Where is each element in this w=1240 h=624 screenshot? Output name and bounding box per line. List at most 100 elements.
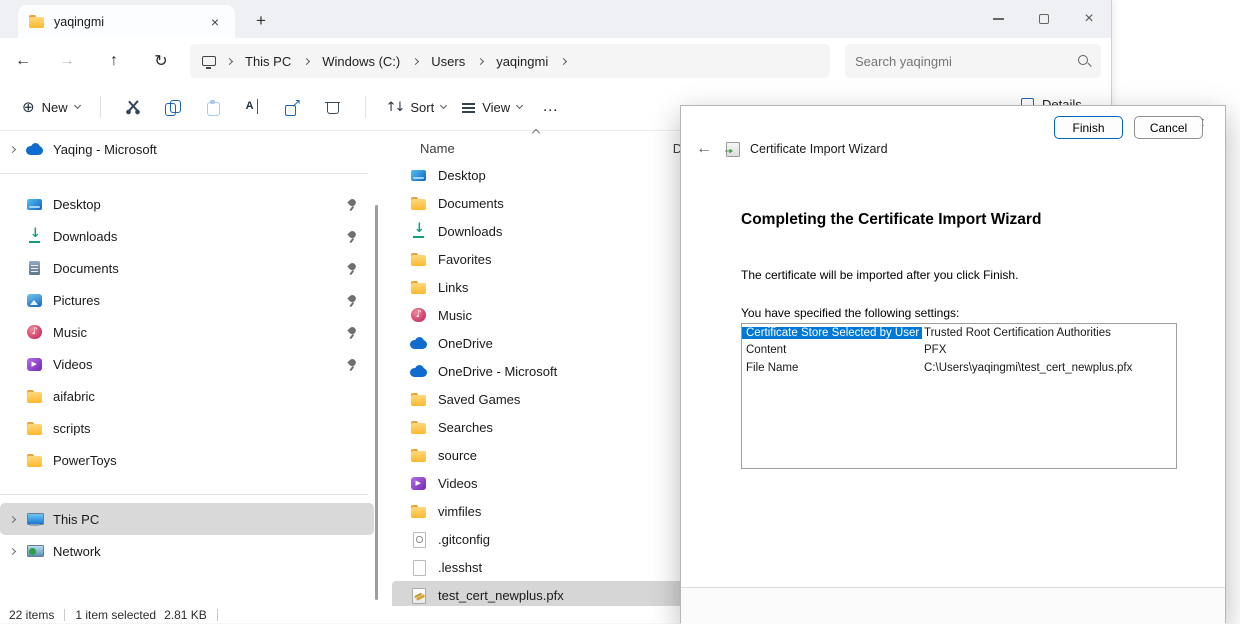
music-icon <box>26 324 43 341</box>
search-input[interactable] <box>855 54 1077 69</box>
breadcrumb-users[interactable]: Users <box>425 51 471 72</box>
sidebar-item-label: scripts <box>53 421 91 436</box>
sidebar-item-desktop[interactable]: Desktop <box>0 188 374 220</box>
refresh-button[interactable]: ↻ <box>146 46 176 76</box>
selection-count: 1 item selected <box>75 608 156 622</box>
sidebar-item-videos[interactable]: Videos <box>0 348 374 380</box>
name-column-header[interactable]: Name <box>420 141 455 156</box>
sidebar-item-this-pc[interactable]: This PC <box>0 503 374 535</box>
settings-row[interactable]: File Name C:\Users\yaqingmi\test_cert_ne… <box>742 359 1176 377</box>
expand-chevron-icon[interactable] <box>9 547 16 554</box>
settings-table[interactable]: Certificate Store Selected by User Trust… <box>741 323 1177 469</box>
new-plus-icon <box>22 98 35 116</box>
settings-row[interactable]: Certificate Store Selected by User Trust… <box>742 324 1176 342</box>
breadcrumb-yaqingmi[interactable]: yaqingmi <box>490 51 554 72</box>
downloads-icon <box>410 223 427 240</box>
chevron-right-icon <box>412 57 419 64</box>
explorer-tab[interactable]: yaqingmi × <box>18 5 235 38</box>
file-name: source <box>438 448 477 463</box>
onedrive-cloud-icon <box>410 335 427 352</box>
selection-size: 2.81 KB <box>164 608 207 622</box>
new-tab-button[interactable]: + <box>248 8 274 34</box>
new-button[interactable]: New <box>14 92 88 122</box>
navigation-bar: ← → ↑ ↻ This PC Windows (C:) Users yaqin… <box>0 38 1111 84</box>
paste-button[interactable] <box>193 91 233 123</box>
sidebar-item-onedrive-root[interactable]: Yaqing - Microsoft <box>0 133 374 165</box>
expand-chevron-icon[interactable] <box>9 515 16 522</box>
delete-button[interactable] <box>313 91 353 123</box>
file-name: Downloads <box>438 224 502 239</box>
sidebar-item-scripts[interactable]: scripts <box>0 412 374 444</box>
sidebar-item-label: Network <box>53 544 101 559</box>
view-button[interactable]: View <box>454 94 530 121</box>
sidebar-item-music[interactable]: Music <box>0 316 374 348</box>
search-box[interactable] <box>845 44 1101 78</box>
folder-icon <box>410 251 427 268</box>
cut-button[interactable] <box>113 91 153 123</box>
trash-icon <box>325 99 340 115</box>
dialog-title: Certificate Import Wizard <box>750 142 888 156</box>
file-name: .lesshst <box>438 560 482 575</box>
folder-icon <box>26 452 43 469</box>
sidebar-divider <box>0 494 368 495</box>
sidebar-item-label: Videos <box>53 357 93 372</box>
dialog-footer <box>681 587 1225 624</box>
setting-key: Content <box>742 344 922 356</box>
navigation-pane: Yaqing - Microsoft Desktop Downloads Doc… <box>0 131 386 609</box>
pin-icon <box>346 294 358 307</box>
pin-icon <box>346 326 358 339</box>
sidebar-scrollbar[interactable] <box>375 205 378 600</box>
wizard-heading: Completing the Certificate Import Wizard <box>741 211 1041 229</box>
sort-button[interactable]: Sort <box>378 93 455 121</box>
breadcrumb-this-pc[interactable]: This PC <box>239 51 297 72</box>
sidebar-item-documents[interactable]: Documents <box>0 252 374 284</box>
ellipsis-icon <box>542 98 558 116</box>
settings-label: You have specified the following setting… <box>741 306 959 320</box>
minimize-button[interactable] <box>975 0 1021 38</box>
pin-icon <box>346 198 358 211</box>
file-name: OneDrive - Microsoft <box>438 364 557 379</box>
address-bar[interactable]: This PC Windows (C:) Users yaqingmi <box>190 44 830 78</box>
maximize-button[interactable] <box>1021 0 1067 38</box>
sidebar-item-downloads[interactable]: Downloads <box>0 220 374 252</box>
window-close-button[interactable]: × <box>1066 0 1112 38</box>
breadcrumb-windows-c[interactable]: Windows (C:) <box>316 51 406 72</box>
documents-icon <box>26 260 43 277</box>
tab-bar: yaqingmi × + × <box>0 0 1111 38</box>
tab-close-icon[interactable]: × <box>205 12 225 32</box>
wizard-intro-text: The certificate will be imported after y… <box>741 268 1018 282</box>
rename-button[interactable] <box>233 91 273 123</box>
sidebar-item-powertoys[interactable]: PowerToys <box>0 444 374 476</box>
desktop-icon <box>26 196 43 213</box>
setting-value: C:\Users\yaqingmi\test_cert_newplus.pfx <box>922 362 1132 374</box>
sidebar-item-aifabric[interactable]: aifabric <box>0 380 374 412</box>
paste-icon <box>205 99 221 115</box>
sidebar-item-network[interactable]: Network <box>0 535 374 567</box>
settings-row[interactable]: Content PFX <box>742 342 1176 360</box>
back-button[interactable]: ← <box>8 46 38 76</box>
file-icon <box>410 559 427 576</box>
finish-button[interactable]: Finish <box>1054 116 1123 139</box>
sidebar-item-pictures[interactable]: Pictures <box>0 284 374 316</box>
forward-button[interactable]: → <box>52 46 82 76</box>
videos-icon <box>26 356 43 373</box>
onedrive-cloud-icon <box>410 363 427 380</box>
copy-button[interactable] <box>153 91 193 123</box>
chevron-right-icon <box>303 57 310 64</box>
share-button[interactable] <box>273 91 313 123</box>
this-pc-icon <box>26 511 43 528</box>
rename-icon <box>244 99 262 115</box>
up-button[interactable]: ↑ <box>99 46 129 76</box>
more-options-button[interactable] <box>530 91 570 123</box>
config-file-icon <box>410 531 427 548</box>
expand-chevron-icon[interactable] <box>9 145 16 152</box>
pin-icon <box>346 358 358 371</box>
certificate-file-icon <box>410 587 427 604</box>
folder-icon <box>410 279 427 296</box>
cancel-button[interactable]: Cancel <box>1134 116 1203 139</box>
file-name: Documents <box>438 196 504 211</box>
wizard-back-button[interactable]: ← <box>693 140 715 158</box>
sidebar-item-label: Yaqing - Microsoft <box>53 142 157 157</box>
sidebar-item-label: Desktop <box>53 197 101 212</box>
chevron-right-icon <box>560 57 567 64</box>
